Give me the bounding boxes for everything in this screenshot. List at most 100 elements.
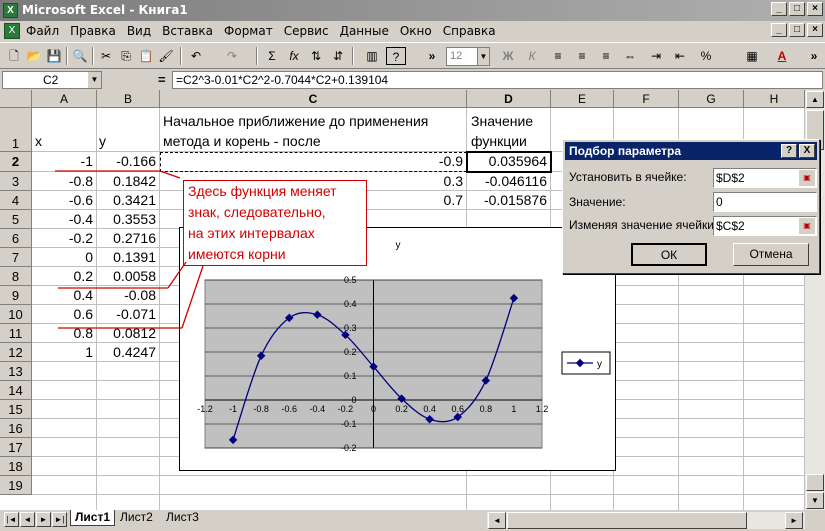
font-size-select[interactable]: 12 ▼ (446, 47, 490, 66)
menu-item-6[interactable]: Данные (340, 24, 389, 38)
sort-asc-icon[interactable]: ⇅ (306, 47, 326, 65)
changing-cell-field[interactable]: $C$2 ▣ (713, 216, 817, 236)
excel-icon[interactable]: X (3, 3, 18, 18)
select-all-button[interactable] (0, 90, 32, 108)
cell-b5[interactable]: 0.3553 (97, 211, 156, 227)
last-sheet-button[interactable]: ►| (52, 512, 67, 527)
hscroll-thumb[interactable] (507, 512, 747, 529)
row-header-6[interactable]: 6 (0, 229, 32, 248)
cell-b6[interactable]: 0.2716 (97, 230, 156, 246)
menu-item-5[interactable]: Сервис (284, 24, 329, 38)
cell-d4[interactable]: -0.015876 (467, 192, 547, 208)
italic-button[interactable]: К (522, 47, 542, 65)
cell-b4[interactable]: 0.3421 (97, 192, 156, 208)
sheet-tab-1[interactable]: Лист1 (70, 510, 116, 526)
sheet-tab-2[interactable]: Лист2 (116, 510, 157, 526)
ok-button[interactable]: ОК (631, 243, 707, 266)
toolbar-options-icon[interactable]: » (804, 47, 824, 65)
cell-d3[interactable]: -0.046116 (467, 173, 547, 189)
row-header-8[interactable]: 8 (0, 267, 32, 286)
cell-b12[interactable]: 0.4247 (97, 344, 156, 360)
prev-sheet-button[interactable]: ◄ (20, 512, 35, 527)
autosum-icon[interactable]: Σ (262, 47, 282, 65)
cell-d1-line2[interactable]: функции (471, 133, 527, 149)
row-header-4[interactable]: 4 (0, 191, 32, 210)
align-center-icon[interactable]: ≡ (572, 47, 592, 65)
split-box[interactable] (806, 474, 824, 491)
row-header-2[interactable]: 2 (0, 152, 32, 172)
print-preview-icon[interactable]: 🔍 (70, 47, 90, 65)
cell-c1-line2[interactable]: метода и корень - после (163, 133, 321, 149)
cell-c1-line1[interactable]: Начальное приближение до применения (163, 113, 428, 129)
new-icon[interactable]: 🗋 (4, 47, 24, 65)
set-cell-field[interactable]: $D$2 ▣ (713, 168, 817, 188)
doc-restore-button[interactable]: □ (789, 23, 805, 37)
format-painter-icon[interactable]: 🖌 (156, 47, 176, 65)
cut-icon[interactable]: ✂ (96, 47, 116, 65)
cell-a7[interactable]: 0 (32, 249, 93, 265)
cell-a8[interactable]: 0.2 (32, 268, 93, 284)
row-header-16[interactable]: 16 (0, 419, 32, 438)
column-header-B[interactable]: B (97, 90, 160, 108)
menu-item-8[interactable]: Справка (443, 24, 496, 38)
redo-icon[interactable]: ↷ (222, 47, 242, 65)
merge-center-icon[interactable]: ⇔ (620, 47, 640, 65)
chart-wizard-icon[interactable]: ▥ (362, 47, 382, 65)
row-header-5[interactable]: 5 (0, 210, 32, 229)
cancel-button[interactable]: Отмена (733, 243, 809, 266)
name-box[interactable]: C2 ▼ (2, 71, 102, 89)
cell-a11[interactable]: 0.8 (32, 325, 93, 341)
next-sheet-button[interactable]: ► (36, 512, 51, 527)
row-header-17[interactable]: 17 (0, 438, 32, 457)
align-right-icon[interactable]: ≡ (596, 47, 616, 65)
cell-a12[interactable]: 1 (32, 344, 93, 360)
undo-icon[interactable]: ↶ (186, 47, 206, 65)
cell-b3[interactable]: 0.1842 (97, 173, 156, 189)
cell-a9[interactable]: 0.4 (32, 287, 93, 303)
more-buttons-icon[interactable]: » (422, 47, 442, 65)
row-header-13[interactable]: 13 (0, 362, 32, 381)
menu-item-7[interactable]: Окно (400, 24, 432, 38)
close-button[interactable]: × (807, 2, 823, 16)
font-color-icon[interactable]: A (772, 47, 792, 65)
menu-item-2[interactable]: Вид (127, 24, 151, 38)
cell-a6[interactable]: -0.2 (32, 230, 93, 246)
menu-item-1[interactable]: Правка (70, 24, 116, 38)
paste-icon[interactable]: 📋 (136, 47, 156, 65)
row-header-12[interactable]: 12 (0, 343, 32, 362)
borders-icon[interactable]: ▦ (742, 47, 762, 65)
row-header-10[interactable]: 10 (0, 305, 32, 324)
doc-minimize-button[interactable]: _ (771, 23, 787, 37)
row-header-15[interactable]: 15 (0, 400, 32, 419)
row-header-1[interactable]: 1 (0, 108, 32, 152)
formula-input[interactable]: =C2^3-0.01*C2^2-0.7044*C2+0.139104 (172, 71, 823, 89)
scroll-down-button[interactable]: ▼ (806, 492, 824, 509)
cell-b8[interactable]: 0.0058 (97, 268, 156, 284)
menu-item-4[interactable]: Формат (224, 24, 273, 38)
menu-item-0[interactable]: Файл (26, 24, 59, 38)
row-header-18[interactable]: 18 (0, 457, 32, 476)
column-header-A[interactable]: A (32, 90, 97, 108)
cell-a3[interactable]: -0.8 (32, 173, 93, 189)
save-icon[interactable]: 💾 (44, 47, 64, 65)
cell-b7[interactable]: 0.1391 (97, 249, 156, 265)
maximize-button[interactable]: □ (789, 2, 805, 16)
cell-a4[interactable]: -0.6 (32, 192, 93, 208)
cell-b11[interactable]: 0.0812 (97, 325, 156, 341)
menu-item-3[interactable]: Вставка (162, 24, 213, 38)
cell-a1[interactable]: x (35, 133, 42, 149)
help-icon[interactable]: ? (386, 47, 406, 65)
function-icon[interactable]: fx (284, 47, 304, 65)
scroll-up-button[interactable]: ▲ (806, 91, 824, 108)
scroll-left-button[interactable]: ◄ (488, 512, 506, 529)
percent-icon[interactable]: % (696, 47, 716, 65)
column-header-H[interactable]: H (744, 90, 805, 108)
row-header-9[interactable]: 9 (0, 286, 32, 305)
scroll-right-button[interactable]: ► (785, 512, 803, 529)
cell-b9[interactable]: -0.08 (97, 287, 156, 303)
sheet-tab-3[interactable]: Лист3 (162, 510, 203, 526)
horizontal-scrollbar[interactable]: ◄ ► (487, 512, 805, 529)
chevron-down-icon[interactable]: ▼ (88, 72, 101, 88)
bold-button[interactable]: Ж (498, 47, 518, 65)
collapse-dialog-icon[interactable]: ▣ (799, 170, 815, 186)
